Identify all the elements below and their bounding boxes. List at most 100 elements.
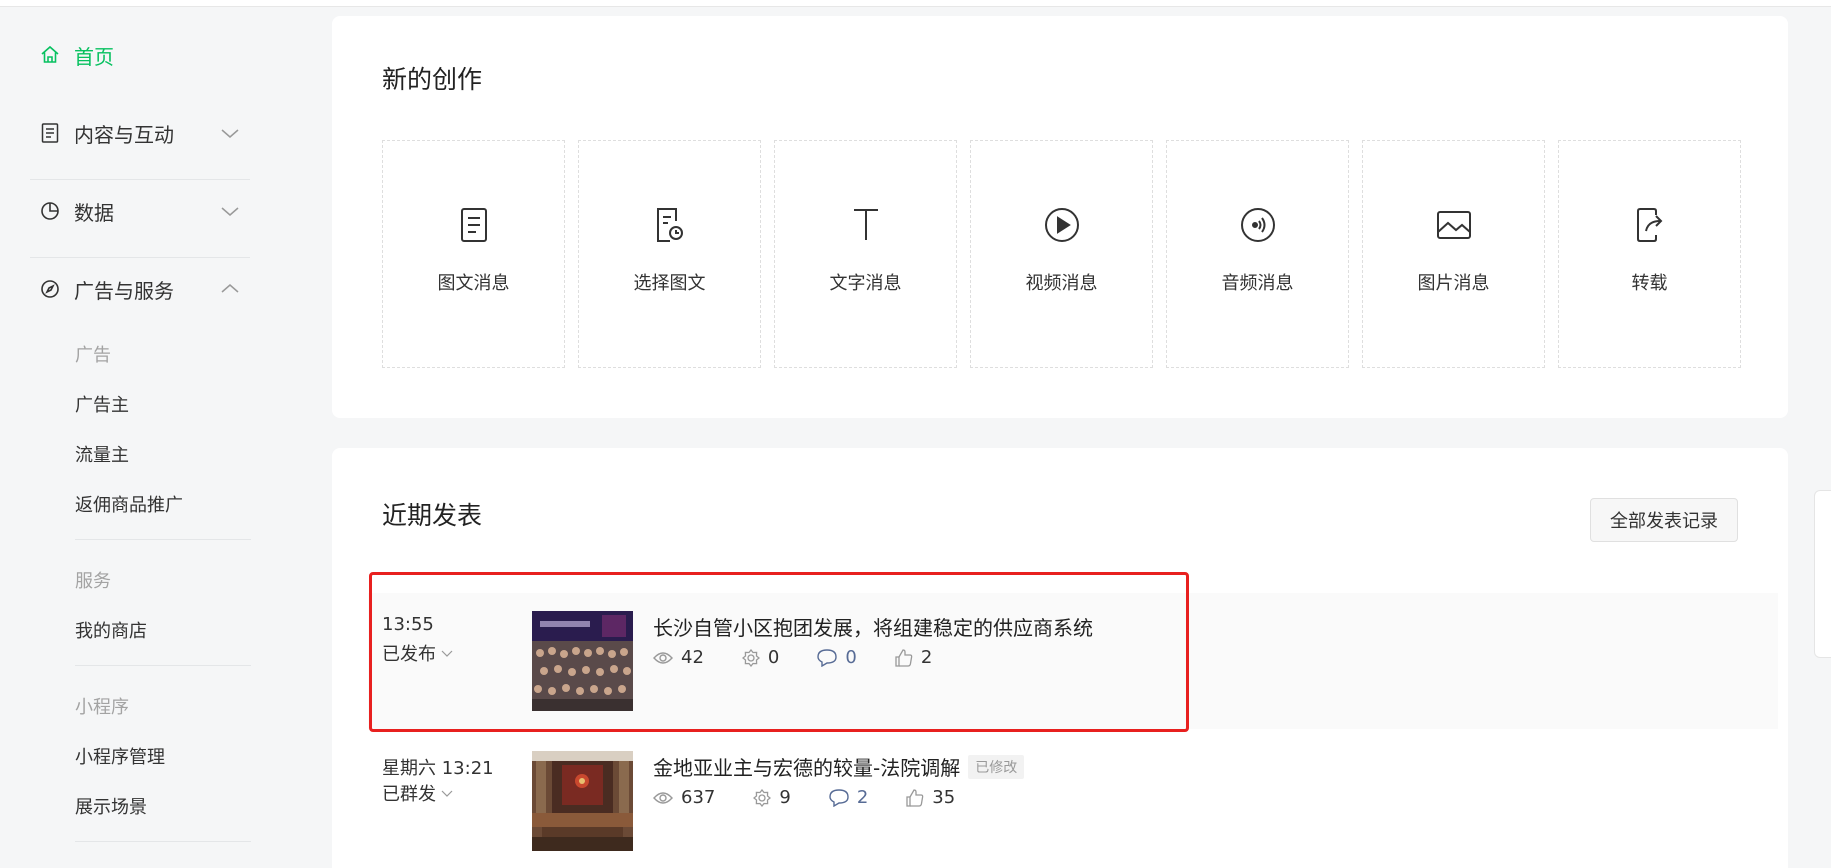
- nav-data[interactable]: 数据: [30, 181, 250, 241]
- post-thumbnail[interactable]: [532, 751, 633, 851]
- post-status-dropdown[interactable]: 已发布: [382, 640, 454, 666]
- document-icon: [40, 123, 60, 143]
- video-icon: [1042, 205, 1082, 245]
- create-title: 新的创作: [382, 65, 483, 94]
- thumbs-up-icon: [906, 788, 924, 807]
- tile-label: 图片消息: [1417, 273, 1490, 294]
- chevron-down-icon: [220, 123, 240, 143]
- text-icon: [846, 205, 886, 245]
- gear-share-icon: [753, 788, 772, 807]
- modified-tag: 已修改: [968, 754, 1025, 779]
- likes-count: 2: [920, 647, 933, 668]
- likes-stat: 2: [895, 647, 932, 668]
- home-icon: [40, 45, 60, 65]
- nav-ads-services[interactable]: 广告与服务: [30, 259, 250, 319]
- select-article-icon: [650, 205, 690, 245]
- sidebar-item-publisher[interactable]: 流量主: [75, 441, 129, 467]
- nav-data-label: 数据: [74, 200, 114, 225]
- nav-home-label: 首页: [74, 44, 114, 69]
- tile-article[interactable]: 图文消息: [382, 140, 565, 368]
- post-stats: 42 0 0 2: [653, 647, 970, 668]
- tile-label: 选择图文: [633, 273, 706, 294]
- post-time: 13:55: [382, 614, 434, 635]
- sidebar-group-services: 服务: [75, 571, 111, 592]
- sidebar-item-my-shop[interactable]: 我的商店: [75, 617, 147, 643]
- post-time: 星期六 13:21: [382, 758, 494, 779]
- comments-count: 2: [856, 787, 869, 808]
- recent-card: 近期发表 全部发表记录 13:55 已发布 长沙自管小区抱团发展，将组建稳定的供…: [332, 448, 1788, 868]
- sidebar-item-mp-manage[interactable]: 小程序管理: [75, 743, 165, 769]
- nav-divider: [30, 257, 250, 258]
- tile-repost[interactable]: 转载: [1558, 140, 1741, 368]
- sidebar: 首页 内容与互动 数据 广告与服务 广告 广告主 流量主 返佣商品推广 服务 我…: [0, 7, 290, 868]
- views-stat: 42: [653, 647, 704, 668]
- post-title-text: 长沙自管小区抱团发展，将组建稳定的供应商系统: [653, 616, 1093, 640]
- eye-icon: [653, 791, 673, 804]
- nav-content-label: 内容与互动: [74, 122, 174, 147]
- post-row[interactable]: 星期六 13:21 已群发 金地亚业主与宏德的较量-法院调解 已修改 637 9…: [368, 733, 1778, 868]
- article-icon: [454, 205, 494, 245]
- tile-label: 文字消息: [829, 273, 902, 294]
- create-tiles: 图文消息 选择图文 文字消息 视频消息 音频消息 图片消息 转载: [382, 140, 1741, 368]
- create-card: 新的创作 图文消息 选择图文 文字消息 视频消息 音频消息 图片消息 转载: [332, 16, 1788, 418]
- pie-chart-icon: [40, 201, 60, 221]
- chevron-down-icon: [220, 201, 240, 221]
- sidebar-item-showcase[interactable]: 展示场景: [75, 793, 147, 819]
- post-status-dropdown[interactable]: 已群发: [382, 780, 454, 806]
- tile-label: 音频消息: [1221, 273, 1294, 294]
- chevron-up-icon: [220, 279, 240, 299]
- tile-text[interactable]: 文字消息: [774, 140, 957, 368]
- shares-stat: 0: [741, 647, 780, 668]
- thumbs-up-icon: [895, 648, 913, 667]
- comment-icon: [817, 648, 838, 667]
- floating-side-panel[interactable]: [1814, 490, 1831, 658]
- image-icon: [1434, 205, 1474, 245]
- gear-share-icon: [741, 648, 760, 667]
- tile-video[interactable]: 视频消息: [970, 140, 1153, 368]
- likes-stat: 35: [906, 787, 955, 808]
- post-row[interactable]: 13:55 已发布 长沙自管小区抱团发展，将组建稳定的供应商系统 42 0 0 …: [368, 593, 1778, 729]
- post-status: 已发布: [382, 644, 436, 665]
- sub-divider: [75, 665, 251, 666]
- shares-stat: 9: [753, 787, 791, 808]
- tile-audio[interactable]: 音频消息: [1166, 140, 1349, 368]
- nav-content-interaction[interactable]: 内容与互动: [30, 103, 250, 163]
- nav-home[interactable]: 首页: [30, 25, 250, 85]
- eye-icon: [653, 651, 673, 664]
- chevron-down-icon: [441, 790, 453, 797]
- recent-title: 近期发表: [382, 501, 483, 530]
- tile-label: 视频消息: [1025, 273, 1098, 294]
- sidebar-group-ads: 广告: [75, 345, 111, 366]
- views-count: 42: [681, 647, 704, 668]
- tile-select-article[interactable]: 选择图文: [578, 140, 761, 368]
- post-title[interactable]: 金地亚业主与宏德的较量-法院调解 已修改: [653, 752, 1025, 781]
- nav-ads-label: 广告与服务: [74, 278, 174, 303]
- post-status: 已群发: [382, 784, 436, 805]
- tile-label: 转载: [1631, 273, 1668, 294]
- shares-count: 0: [767, 647, 780, 668]
- sub-divider: [75, 539, 251, 540]
- comment-icon: [829, 788, 849, 807]
- tile-image[interactable]: 图片消息: [1362, 140, 1545, 368]
- post-stats: 637 9 2 35: [653, 787, 993, 808]
- shares-count: 9: [779, 787, 791, 808]
- sidebar-group-miniprogram: 小程序: [75, 697, 129, 718]
- nav-divider: [30, 179, 250, 180]
- sub-divider: [75, 841, 251, 842]
- sidebar-item-promotion[interactable]: 返佣商品推广: [75, 491, 183, 517]
- post-title-text: 金地亚业主与宏德的较量-法院调解: [653, 756, 961, 780]
- comments-stat[interactable]: 0: [817, 647, 857, 668]
- post-title[interactable]: 长沙自管小区抱团发展，将组建稳定的供应商系统: [653, 612, 1093, 641]
- sidebar-item-advertiser[interactable]: 广告主: [75, 391, 129, 417]
- audio-icon: [1238, 205, 1278, 245]
- chevron-down-icon: [441, 650, 453, 657]
- post-thumbnail[interactable]: [532, 611, 633, 711]
- likes-count: 35: [932, 787, 956, 808]
- views-count: 637: [681, 787, 716, 808]
- views-stat: 637: [653, 787, 715, 808]
- comments-count: 0: [845, 647, 857, 668]
- comments-stat[interactable]: 2: [829, 787, 868, 808]
- repost-icon: [1630, 205, 1670, 245]
- compass-icon: [40, 279, 60, 299]
- all-records-button[interactable]: 全部发表记录: [1590, 498, 1738, 542]
